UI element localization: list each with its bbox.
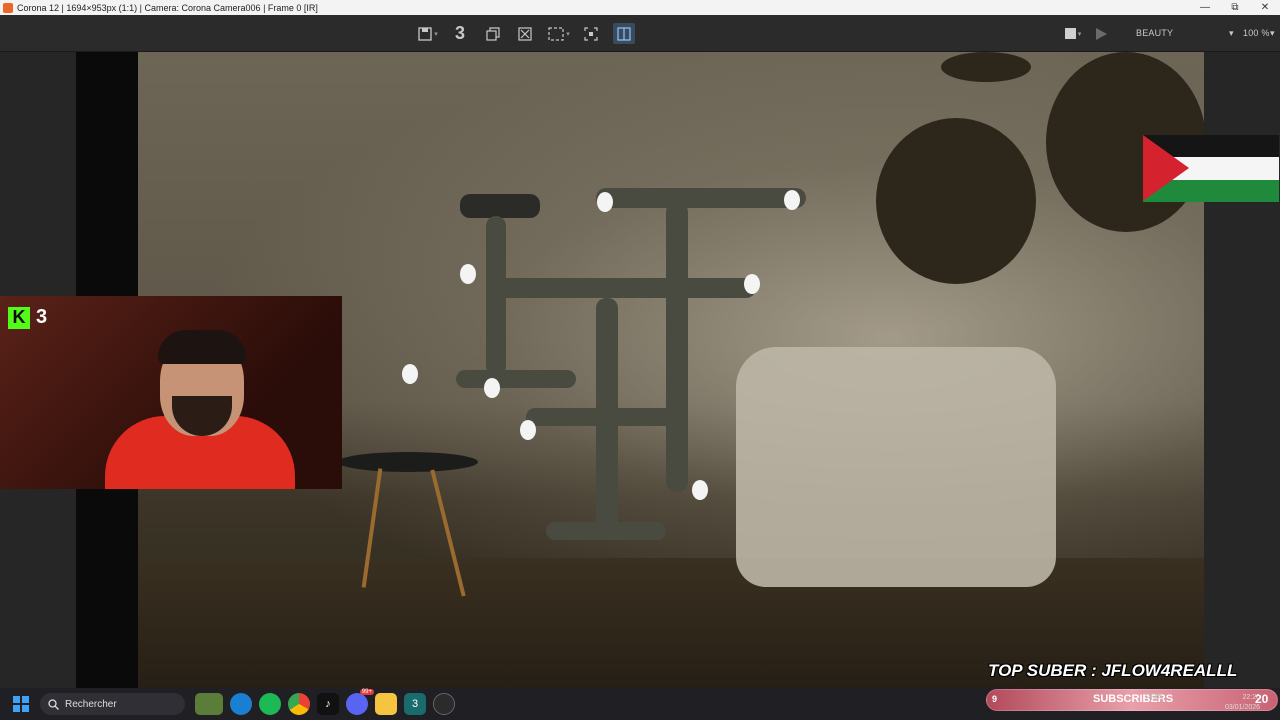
fit-button[interactable] xyxy=(582,23,600,44)
system-tray: FRA xyxy=(1145,692,1163,702)
taskbar-search[interactable]: Rechercher xyxy=(40,693,185,715)
widgets-icon[interactable] xyxy=(195,693,223,715)
side-table xyxy=(338,452,478,472)
vfb-toolbar: ▾ 3 ▾ ▾ BEAUTY ▾ 100 % ▾ xyxy=(0,15,1280,52)
discord-icon[interactable]: 99+ xyxy=(346,689,374,715)
compare-button[interactable] xyxy=(613,23,635,44)
corona-app-icon xyxy=(3,2,13,13)
pass-dropdown-chevron[interactable]: ▾ xyxy=(1229,28,1234,39)
edge-icon[interactable] xyxy=(230,693,252,715)
stop-icon xyxy=(1064,28,1076,39)
stop-button[interactable]: ▾ xyxy=(1058,23,1088,44)
top-subscriber-label: TOP SUBER : JFLOW4REALLL xyxy=(988,661,1238,680)
zoom-level[interactable]: 100 % xyxy=(1243,28,1270,38)
palestine-flag xyxy=(1143,135,1279,202)
file-explorer-icon[interactable] xyxy=(375,693,397,715)
spotify-icon[interactable] xyxy=(259,693,281,715)
clear-button[interactable] xyxy=(516,23,534,44)
clock-time: 22:20 xyxy=(1242,694,1261,701)
region-render-button[interactable]: ▾ xyxy=(544,23,574,44)
webcam-overlay: K 3 xyxy=(0,296,342,489)
corona-icon[interactable] xyxy=(433,693,455,715)
start-button[interactable] xyxy=(10,693,32,715)
clear-icon xyxy=(518,26,532,41)
region-icon xyxy=(548,26,564,41)
kick-logo-icon: K xyxy=(8,306,30,329)
window-title-bar: Corona 12 | 1694×953px (1:1) | Camera: C… xyxy=(0,0,1280,15)
save-button[interactable]: ▾ xyxy=(414,23,442,44)
discord-badge: 99+ xyxy=(359,689,374,695)
split-view-icon xyxy=(617,26,631,41)
kick-viewers-badge: K 3 xyxy=(8,306,47,329)
search-placeholder: Rechercher xyxy=(65,698,117,710)
focus-icon xyxy=(584,26,598,41)
zoom-dropdown-chevron[interactable]: ▾ xyxy=(1270,28,1275,39)
copy-button[interactable] xyxy=(484,23,502,44)
maximize-button[interactable]: ⧉ xyxy=(1220,0,1250,15)
subscribers-count: 9 xyxy=(992,694,998,704)
render-pass-select[interactable]: BEAUTY xyxy=(1136,28,1173,38)
close-button[interactable]: ✕ xyxy=(1250,0,1280,15)
chrome-icon[interactable] xyxy=(288,693,310,715)
max-icon-button[interactable]: 3 xyxy=(450,23,470,44)
minimize-button[interactable]: — xyxy=(1190,0,1220,15)
tiktok-icon[interactable]: ♪ xyxy=(317,693,339,715)
play-icon xyxy=(1095,27,1107,40)
3ds-max-icon[interactable]: 3 xyxy=(404,693,426,715)
armchair xyxy=(736,347,1056,587)
window-title: Corona 12 | 1694×953px (1:1) | Camera: C… xyxy=(17,2,318,13)
copy-icon xyxy=(486,26,500,41)
render-button[interactable] xyxy=(1093,23,1109,44)
wall-disc xyxy=(941,52,1031,82)
wall-disc xyxy=(876,118,1036,284)
clock-date: 03/01/2026 xyxy=(1225,704,1261,711)
viewer-count: 3 xyxy=(36,306,48,328)
keyboard-language[interactable]: FRA xyxy=(1145,692,1163,702)
save-icon xyxy=(418,26,432,41)
search-icon xyxy=(48,698,59,710)
taskbar-clock[interactable]: 22:20 03/01/2026 xyxy=(1225,693,1260,713)
